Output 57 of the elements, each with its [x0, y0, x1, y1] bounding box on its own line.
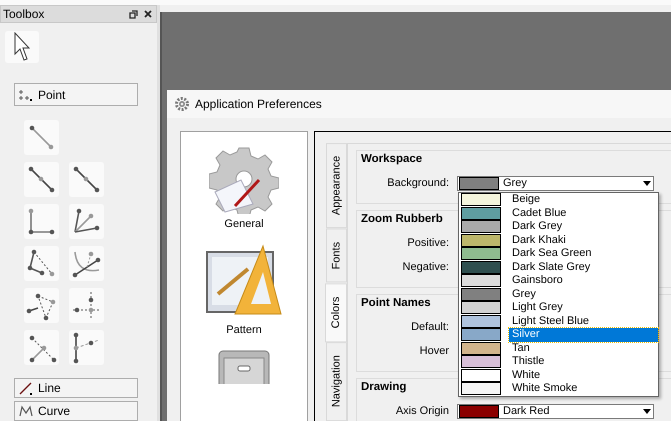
tool-section-button[interactable]: Curve	[14, 401, 138, 421]
dropdown-option[interactable]: Grey	[509, 288, 658, 301]
dropdown-option[interactable]: White Smoke	[509, 382, 658, 396]
dropdown-option[interactable]: Cadet Blue	[509, 206, 658, 220]
point-tool[interactable]	[69, 162, 104, 197]
page-list-item[interactable]: Pattern	[226, 324, 262, 336]
tool-section-button[interactable]: Point	[14, 83, 138, 106]
dropdown-option[interactable]: White	[509, 368, 658, 382]
gear-icon	[175, 97, 189, 111]
float-icon[interactable]	[129, 10, 138, 18]
point-tool[interactable]	[69, 246, 104, 281]
point-tool[interactable]	[69, 288, 104, 323]
arrow-cursor-icon	[14, 32, 30, 62]
point-tool[interactable]	[24, 330, 59, 365]
tab[interactable]: Fonts	[326, 228, 347, 282]
field-label: Axis Origin	[394, 405, 449, 417]
field-label: Negative:	[402, 261, 449, 273]
point-tool[interactable]	[24, 162, 59, 197]
dropdown-option[interactable]: Light Grey	[509, 301, 658, 314]
dropdown-option[interactable]: Beige	[509, 193, 658, 206]
point-tool[interactable]	[69, 330, 104, 365]
panel-title: Toolbox	[3, 7, 46, 21]
dropdown-option[interactable]: Thistle	[509, 355, 658, 368]
page-list-item[interactable]: General	[224, 218, 264, 230]
close-icon[interactable]	[144, 10, 152, 18]
group-title: Zoom Rubberb	[361, 213, 443, 225]
dropdown-option[interactable]: Dark Khaki	[509, 234, 658, 247]
field-label: Hover	[418, 345, 449, 357]
dropdown-option[interactable]: Light Steel Blue	[509, 314, 658, 328]
group-title: Point Names	[361, 297, 431, 309]
dropdown-option[interactable]: Dark Slate Grey	[509, 260, 658, 274]
point-tool[interactable]	[24, 288, 59, 323]
tool-section-button[interactable]: Line	[14, 378, 138, 398]
color-combo[interactable]: Grey	[457, 176, 654, 190]
pointer-tool[interactable]	[5, 31, 39, 63]
dropdown-option[interactable]: Gainsboro	[509, 274, 658, 288]
group-title: Drawing	[361, 381, 406, 393]
color-combo[interactable]: Dark Red	[457, 404, 654, 418]
point-tool[interactable]	[69, 204, 104, 239]
dialog-title: Application Preferences	[195, 97, 322, 111]
cabinet-icon	[218, 350, 270, 384]
group-title: Workspace	[361, 153, 422, 165]
points-icon	[19, 88, 33, 100]
field-label: Default:	[410, 321, 449, 333]
dropdown-option[interactable]: Dark Grey	[509, 220, 658, 234]
field-label: Positive:	[406, 237, 449, 249]
dropdown-option[interactable]: Silver	[509, 328, 658, 342]
curve-icon	[19, 404, 33, 418]
tab[interactable]: Navigation	[326, 342, 347, 421]
point-tool[interactable]	[24, 204, 59, 239]
dropdown-option[interactable]: Dark Sea Green	[509, 247, 658, 260]
field-label: Background:	[386, 177, 449, 189]
point-tool[interactable]	[24, 246, 59, 281]
line-icon	[19, 381, 33, 395]
dropdown-option[interactable]: Tan	[509, 342, 658, 355]
tab[interactable]: Colors	[325, 282, 347, 342]
tab[interactable]: Appearance	[326, 143, 347, 228]
